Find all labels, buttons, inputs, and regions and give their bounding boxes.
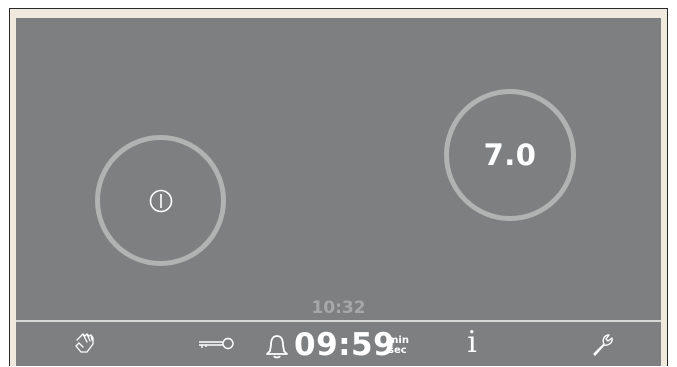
hand-wipe-icon[interactable] [71,328,101,358]
power-icon [149,189,172,212]
bottom-control-bar: 09:59 min sec i [16,322,661,366]
bell-icon [266,335,288,359]
zone-power-level: 7.0 [483,138,537,172]
timer-unit-sec: sec [388,345,407,356]
timer-control[interactable]: 09:59 min sec [264,324,424,364]
key-icon[interactable] [196,332,236,354]
info-button[interactable]: i [462,325,482,363]
cooking-zone-right[interactable]: 7.0 [444,89,576,221]
cooktop-panel: 7.0 10:32 09:59 min sec i [16,18,661,366]
wrench-icon[interactable] [589,331,617,359]
timer-units: min sec [388,336,409,356]
timer-value: 09:59 [294,327,396,363]
clock-display: 10:32 [311,298,366,318]
cooking-zone-left[interactable] [95,135,226,266]
